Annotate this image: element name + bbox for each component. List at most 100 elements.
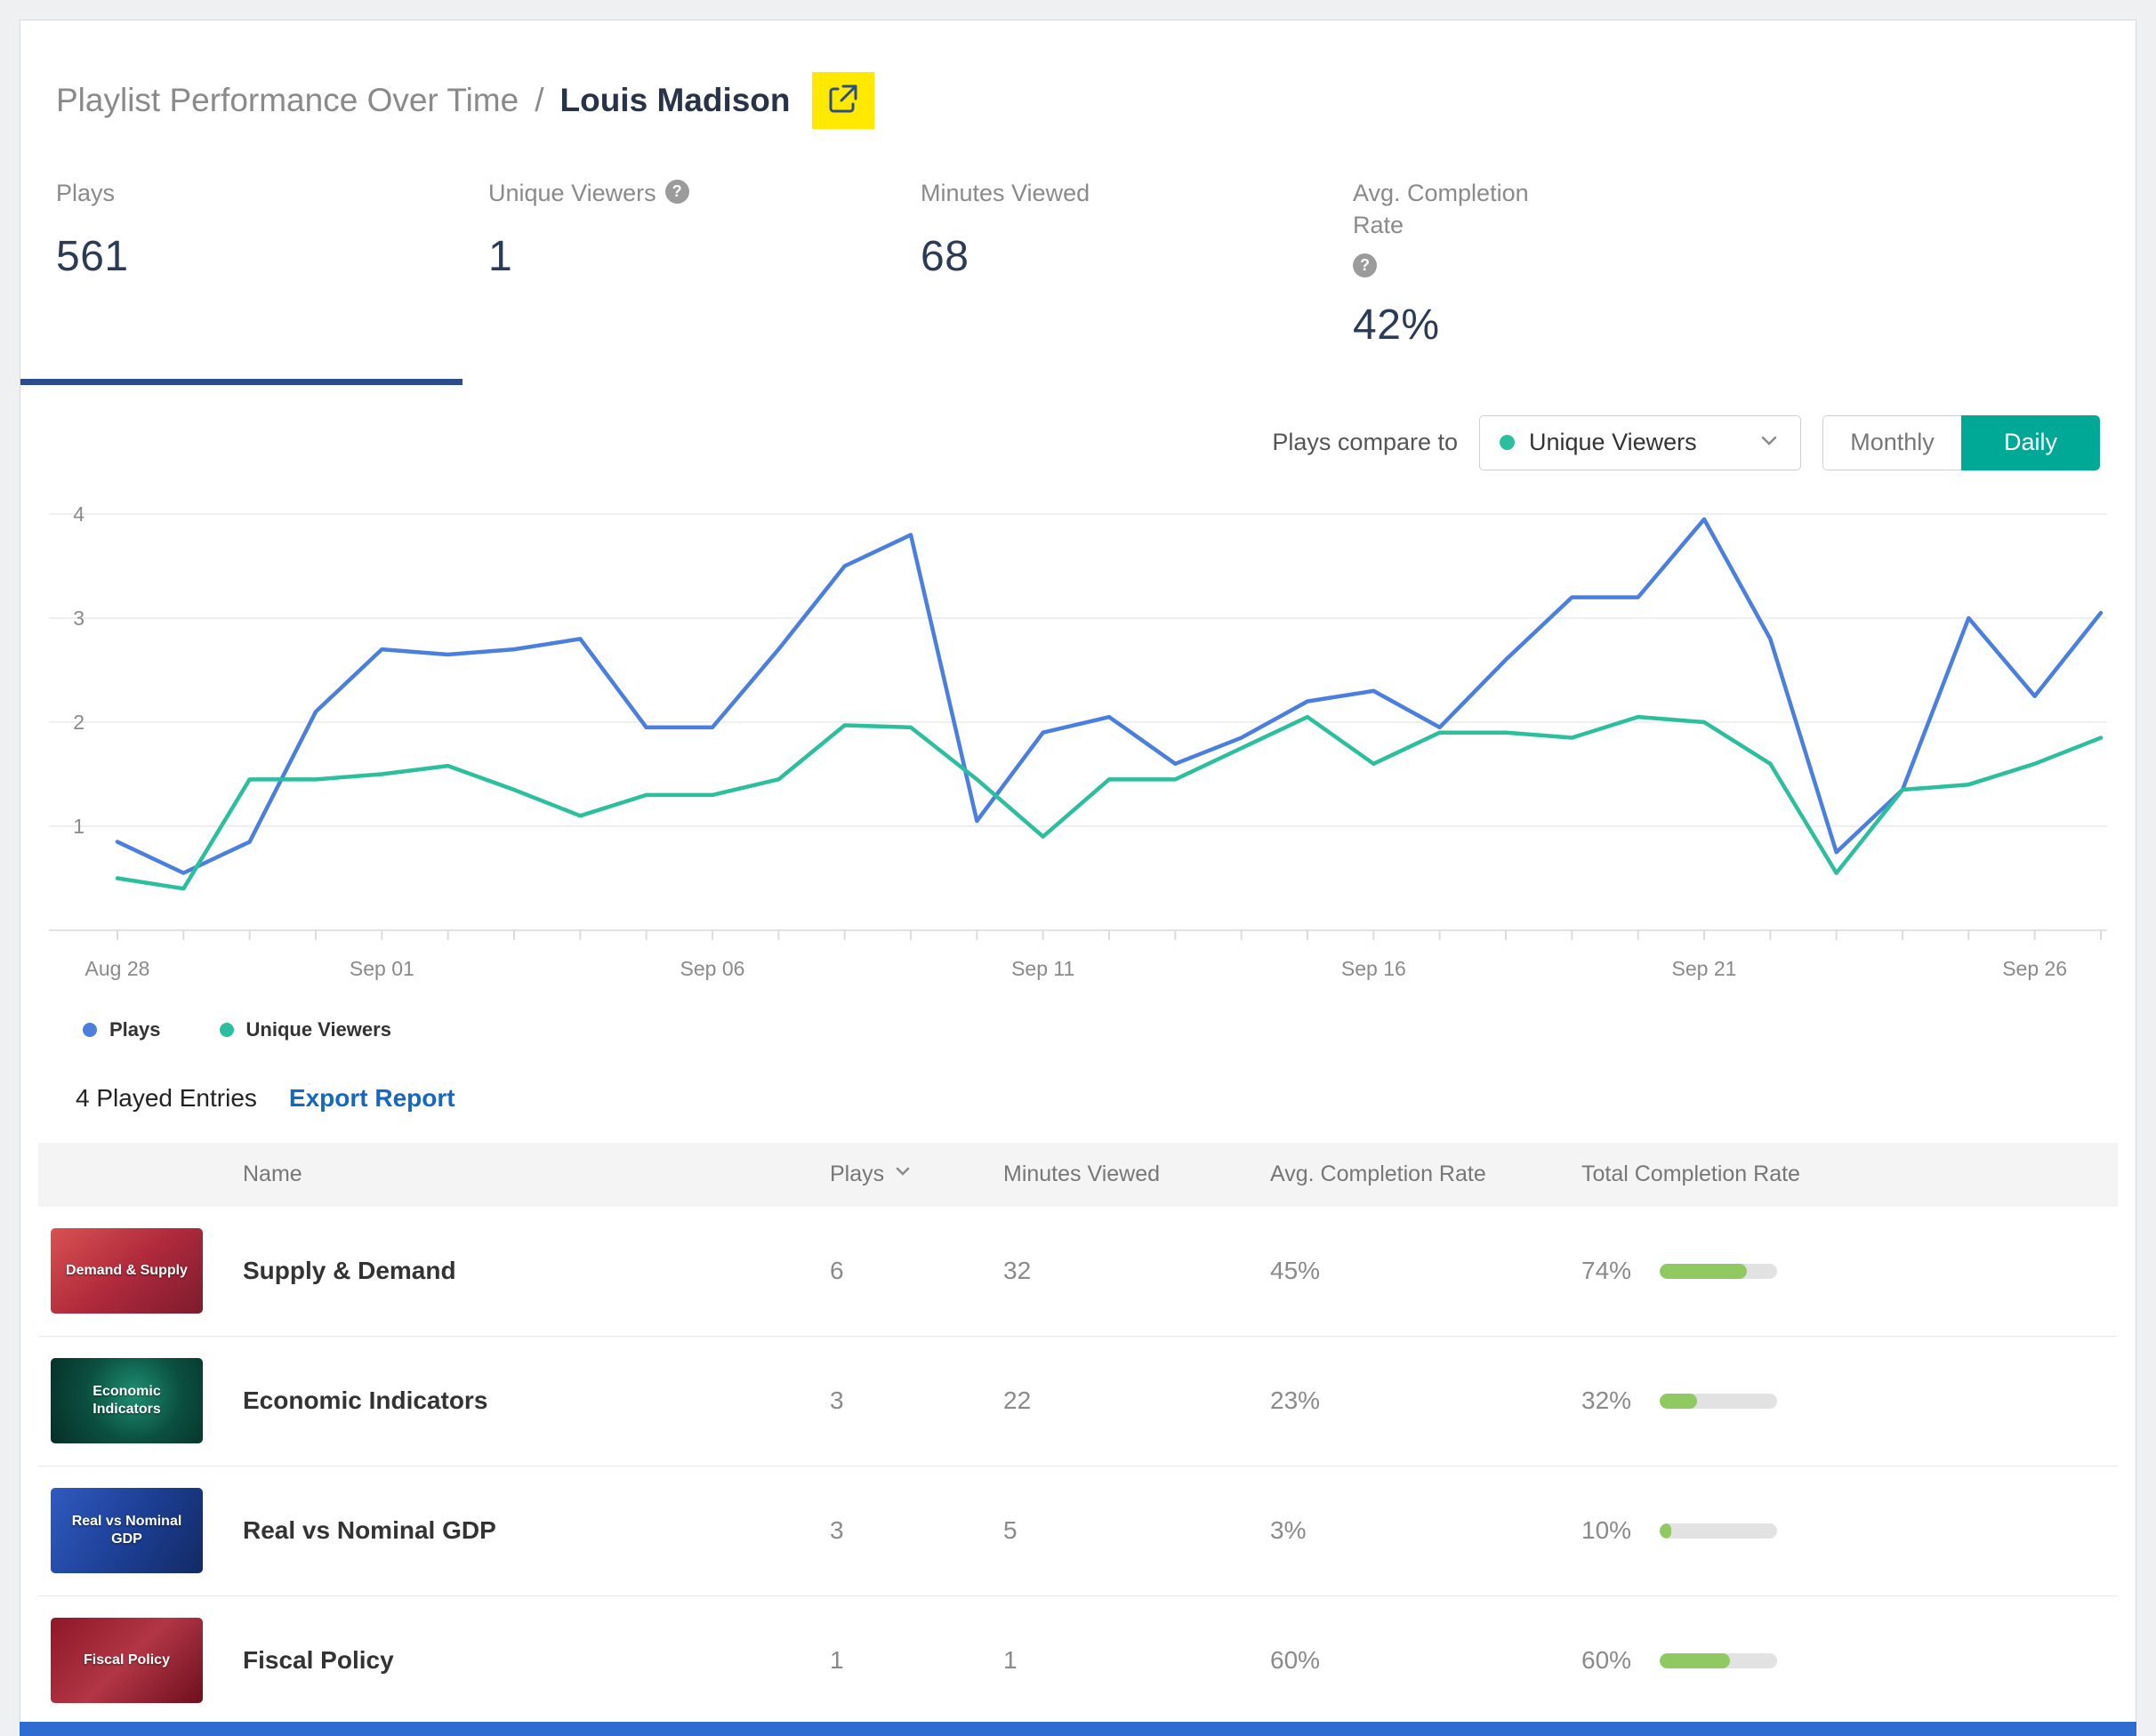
entries-header: 4 Played Entries Export Report	[20, 1084, 2136, 1113]
metric-value-plays: 561	[56, 233, 129, 281]
sort-desc-icon	[893, 1161, 913, 1187]
completion-progress-fill	[1660, 1263, 1747, 1279]
svg-text:Sep 11: Sep 11	[1011, 957, 1074, 980]
legend-label: Plays	[109, 1017, 161, 1041]
legend-dot	[83, 1022, 97, 1037]
entry-plays: 6	[830, 1257, 844, 1285]
metric-label: Unique Viewers	[488, 180, 656, 206]
svg-text:Sep 16: Sep 16	[1341, 957, 1406, 980]
table-row[interactable]: Demand & Supply Supply & Demand 6 32 45%…	[38, 1206, 2118, 1337]
legend-item-plays: Plays	[83, 1018, 161, 1041]
completion-progress-bar	[1660, 1652, 1778, 1668]
interval-toggle: Monthly Daily	[1822, 414, 2100, 470]
column-header-minutes-viewed[interactable]: Minutes Viewed	[1003, 1161, 1270, 1187]
played-entries-count: 4 Played Entries	[76, 1083, 257, 1112]
compare-metric-select[interactable]: Unique Viewers	[1479, 414, 1801, 470]
help-icon[interactable]: ?	[664, 180, 689, 204]
compare-to-label: Plays compare to	[1272, 429, 1458, 456]
svg-text:Sep 21: Sep 21	[1672, 957, 1737, 980]
svg-text:Sep 26: Sep 26	[2002, 957, 2067, 980]
entry-thumbnail: Fiscal Policy	[51, 1618, 203, 1704]
entry-minutes: 32	[1003, 1257, 1032, 1285]
active-tab-indicator	[20, 378, 463, 385]
daily-toggle-button[interactable]: Daily	[1961, 414, 2100, 470]
tab-plays[interactable]: Plays 561	[56, 177, 488, 350]
svg-text:4: 4	[73, 502, 84, 526]
tab-minutes-viewed[interactable]: Minutes Viewed 68	[921, 177, 1353, 350]
breadcrumb-separator: /	[535, 82, 544, 118]
export-report-link[interactable]: Export Report	[289, 1084, 455, 1113]
entry-minutes: 1	[1003, 1646, 1018, 1675]
table-row[interactable]: Fiscal Policy Fiscal Policy 1 1 60% 60%	[38, 1595, 2118, 1726]
column-header-name[interactable]: Name	[216, 1161, 830, 1187]
performance-chart: 1 2 3 4 Aug 28 Sep 01 Sep 06 Sep 11 Sep 16 Sep 21…	[49, 502, 2107, 980]
svg-text:2: 2	[73, 711, 84, 734]
completion-progress-fill	[1660, 1652, 1731, 1668]
table-row[interactable]: Real vs Nominal GDP Real vs Nominal GDP …	[38, 1466, 2118, 1596]
entry-plays: 3	[830, 1516, 844, 1545]
metric-label: Avg. Completion Rate	[1353, 180, 1529, 239]
chart-area: 1 2 3 4 Aug 28 Sep 01 Sep 06 Sep 11 Sep 16 Sep 21…	[20, 481, 2136, 1015]
metric-label: Plays	[56, 180, 116, 206]
completion-progress-bar	[1660, 1393, 1778, 1409]
svg-text:1: 1	[73, 815, 84, 838]
page-title: Louis Madison	[559, 82, 791, 118]
legend-label: Unique Viewers	[245, 1017, 391, 1041]
svg-text:Aug 28: Aug 28	[85, 957, 150, 980]
entry-total-completion: 74%	[1581, 1257, 1632, 1285]
column-header-plays[interactable]: Plays	[830, 1161, 1003, 1187]
entry-thumbnail: Demand & Supply	[51, 1228, 203, 1314]
entry-plays: 3	[830, 1386, 844, 1415]
entries-table: Name Plays Minutes Viewed Avg. Completio…	[20, 1142, 2136, 1726]
tab-unique-viewers[interactable]: Unique Viewers ? 1	[488, 177, 921, 350]
entry-total-completion: 32%	[1581, 1386, 1632, 1415]
entry-avg-completion: 45%	[1270, 1257, 1321, 1285]
column-header-avg-completion[interactable]: Avg. Completion Rate	[1270, 1161, 1581, 1187]
bottom-accent-bar	[20, 1722, 2136, 1736]
analytics-card: Playlist Performance Over Time / Louis M…	[20, 20, 2136, 1736]
entry-thumbnail: Real vs Nominal GDP	[51, 1488, 203, 1574]
entry-avg-completion: 23%	[1270, 1386, 1321, 1415]
tab-avg-completion-rate[interactable]: Avg. Completion Rate ? 42%	[1353, 177, 1785, 350]
entry-name[interactable]: Economic Indicators	[216, 1386, 830, 1415]
metric-color-dot	[1500, 435, 1515, 451]
completion-progress-bar	[1660, 1523, 1778, 1539]
page-header: Playlist Performance Over Time / Louis M…	[20, 20, 2136, 129]
metric-value-minutes-viewed: 68	[921, 233, 969, 281]
entry-name[interactable]: Fiscal Policy	[216, 1646, 830, 1675]
metric-tabs: Plays 561 Unique Viewers ? 1 Minutes Vie…	[20, 177, 2136, 385]
entry-thumbnail: Economic Indicators	[51, 1358, 203, 1444]
completion-progress-fill	[1660, 1393, 1698, 1409]
svg-text:3: 3	[73, 607, 84, 630]
entry-total-completion: 10%	[1581, 1516, 1632, 1545]
metric-value-avg-completion: 42%	[1353, 301, 1440, 349]
external-link-icon	[825, 81, 861, 121]
entry-avg-completion: 60%	[1270, 1646, 1321, 1675]
entry-plays: 1	[830, 1646, 844, 1675]
legend-item-unique-viewers: Unique Viewers	[219, 1017, 391, 1041]
entry-total-completion: 60%	[1581, 1646, 1632, 1675]
help-icon[interactable]: ?	[1353, 253, 1377, 277]
table-header-row: Name Plays Minutes Viewed Avg. Completio…	[38, 1142, 2118, 1207]
legend-dot	[219, 1022, 234, 1037]
breadcrumb-section: Playlist Performance Over Time	[56, 82, 519, 118]
completion-progress-bar	[1660, 1263, 1778, 1279]
entry-name[interactable]: Supply & Demand	[216, 1257, 830, 1285]
completion-progress-fill	[1660, 1523, 1672, 1539]
metric-label: Minutes Viewed	[921, 180, 1090, 206]
entry-minutes: 22	[1003, 1386, 1032, 1415]
entry-avg-completion: 3%	[1270, 1516, 1307, 1545]
monthly-toggle-button[interactable]: Monthly	[1822, 414, 1961, 470]
chart-controls: Plays compare to Unique Viewers Monthly …	[20, 414, 2136, 470]
column-header-total-completion[interactable]: Total Completion Rate	[1581, 1161, 2118, 1187]
svg-text:Sep 01: Sep 01	[350, 957, 414, 980]
table-row[interactable]: Economic Indicators Economic Indicators …	[38, 1336, 2118, 1467]
svg-text:Sep 06: Sep 06	[680, 957, 745, 980]
entry-name[interactable]: Real vs Nominal GDP	[216, 1516, 830, 1545]
chart-legend: Plays Unique Viewers	[20, 1018, 2136, 1041]
open-entry-button[interactable]	[811, 72, 874, 129]
compare-selected-value: Unique Viewers	[1529, 429, 1697, 456]
entry-minutes: 5	[1003, 1516, 1018, 1545]
metric-value-unique-viewers: 1	[488, 233, 513, 281]
chevron-down-icon	[1758, 429, 1781, 456]
